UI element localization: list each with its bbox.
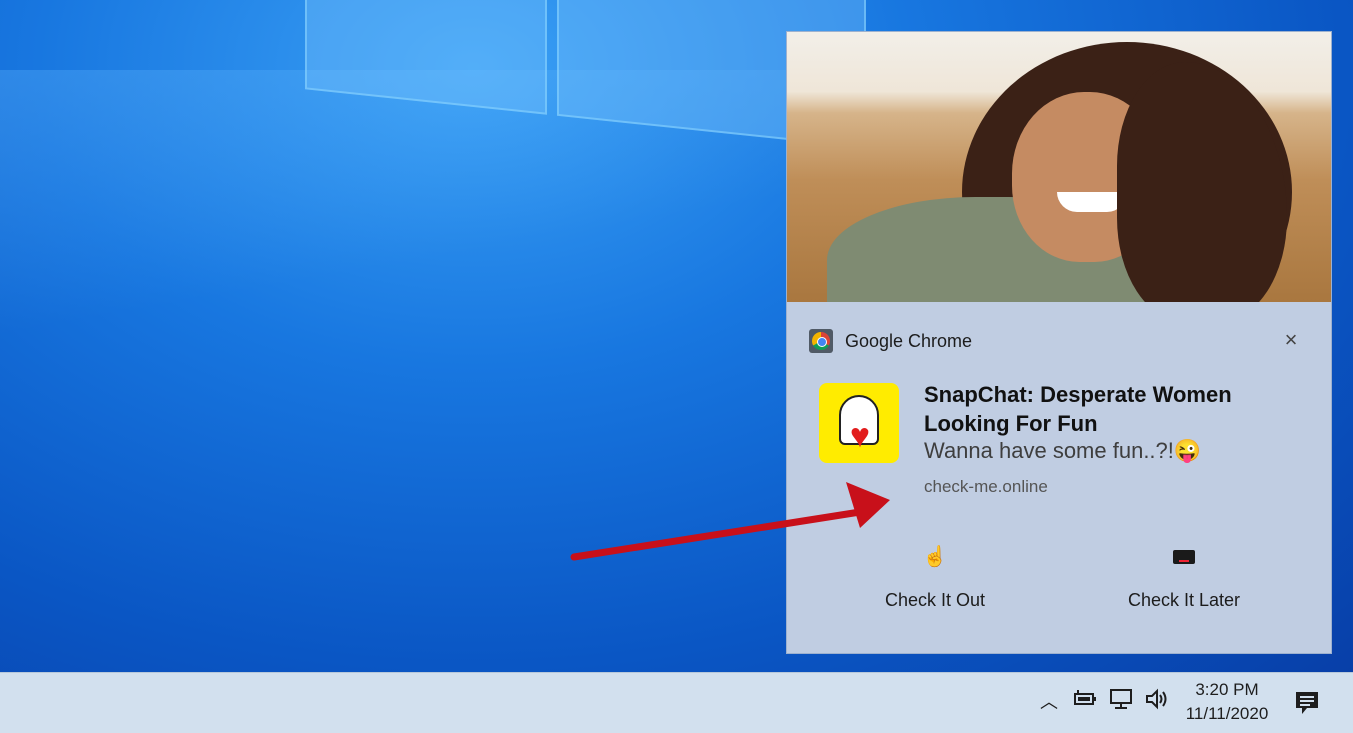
system-clock[interactable]: 3:20 PM 11/11/2020 — [1176, 678, 1278, 726]
action-center-icon[interactable] — [1293, 689, 1321, 717]
red-arrow-annotation — [570, 482, 890, 561]
chevron-up-icon[interactable]: ︿ — [1037, 688, 1061, 716]
network-icon[interactable] — [1108, 688, 1136, 716]
clock-date: 11/11/2020 — [1185, 704, 1269, 723]
clock-time: 3:20 PM — [1195, 680, 1259, 699]
battery-icon[interactable] — [1071, 688, 1099, 716]
volume-icon[interactable] — [1143, 688, 1171, 716]
